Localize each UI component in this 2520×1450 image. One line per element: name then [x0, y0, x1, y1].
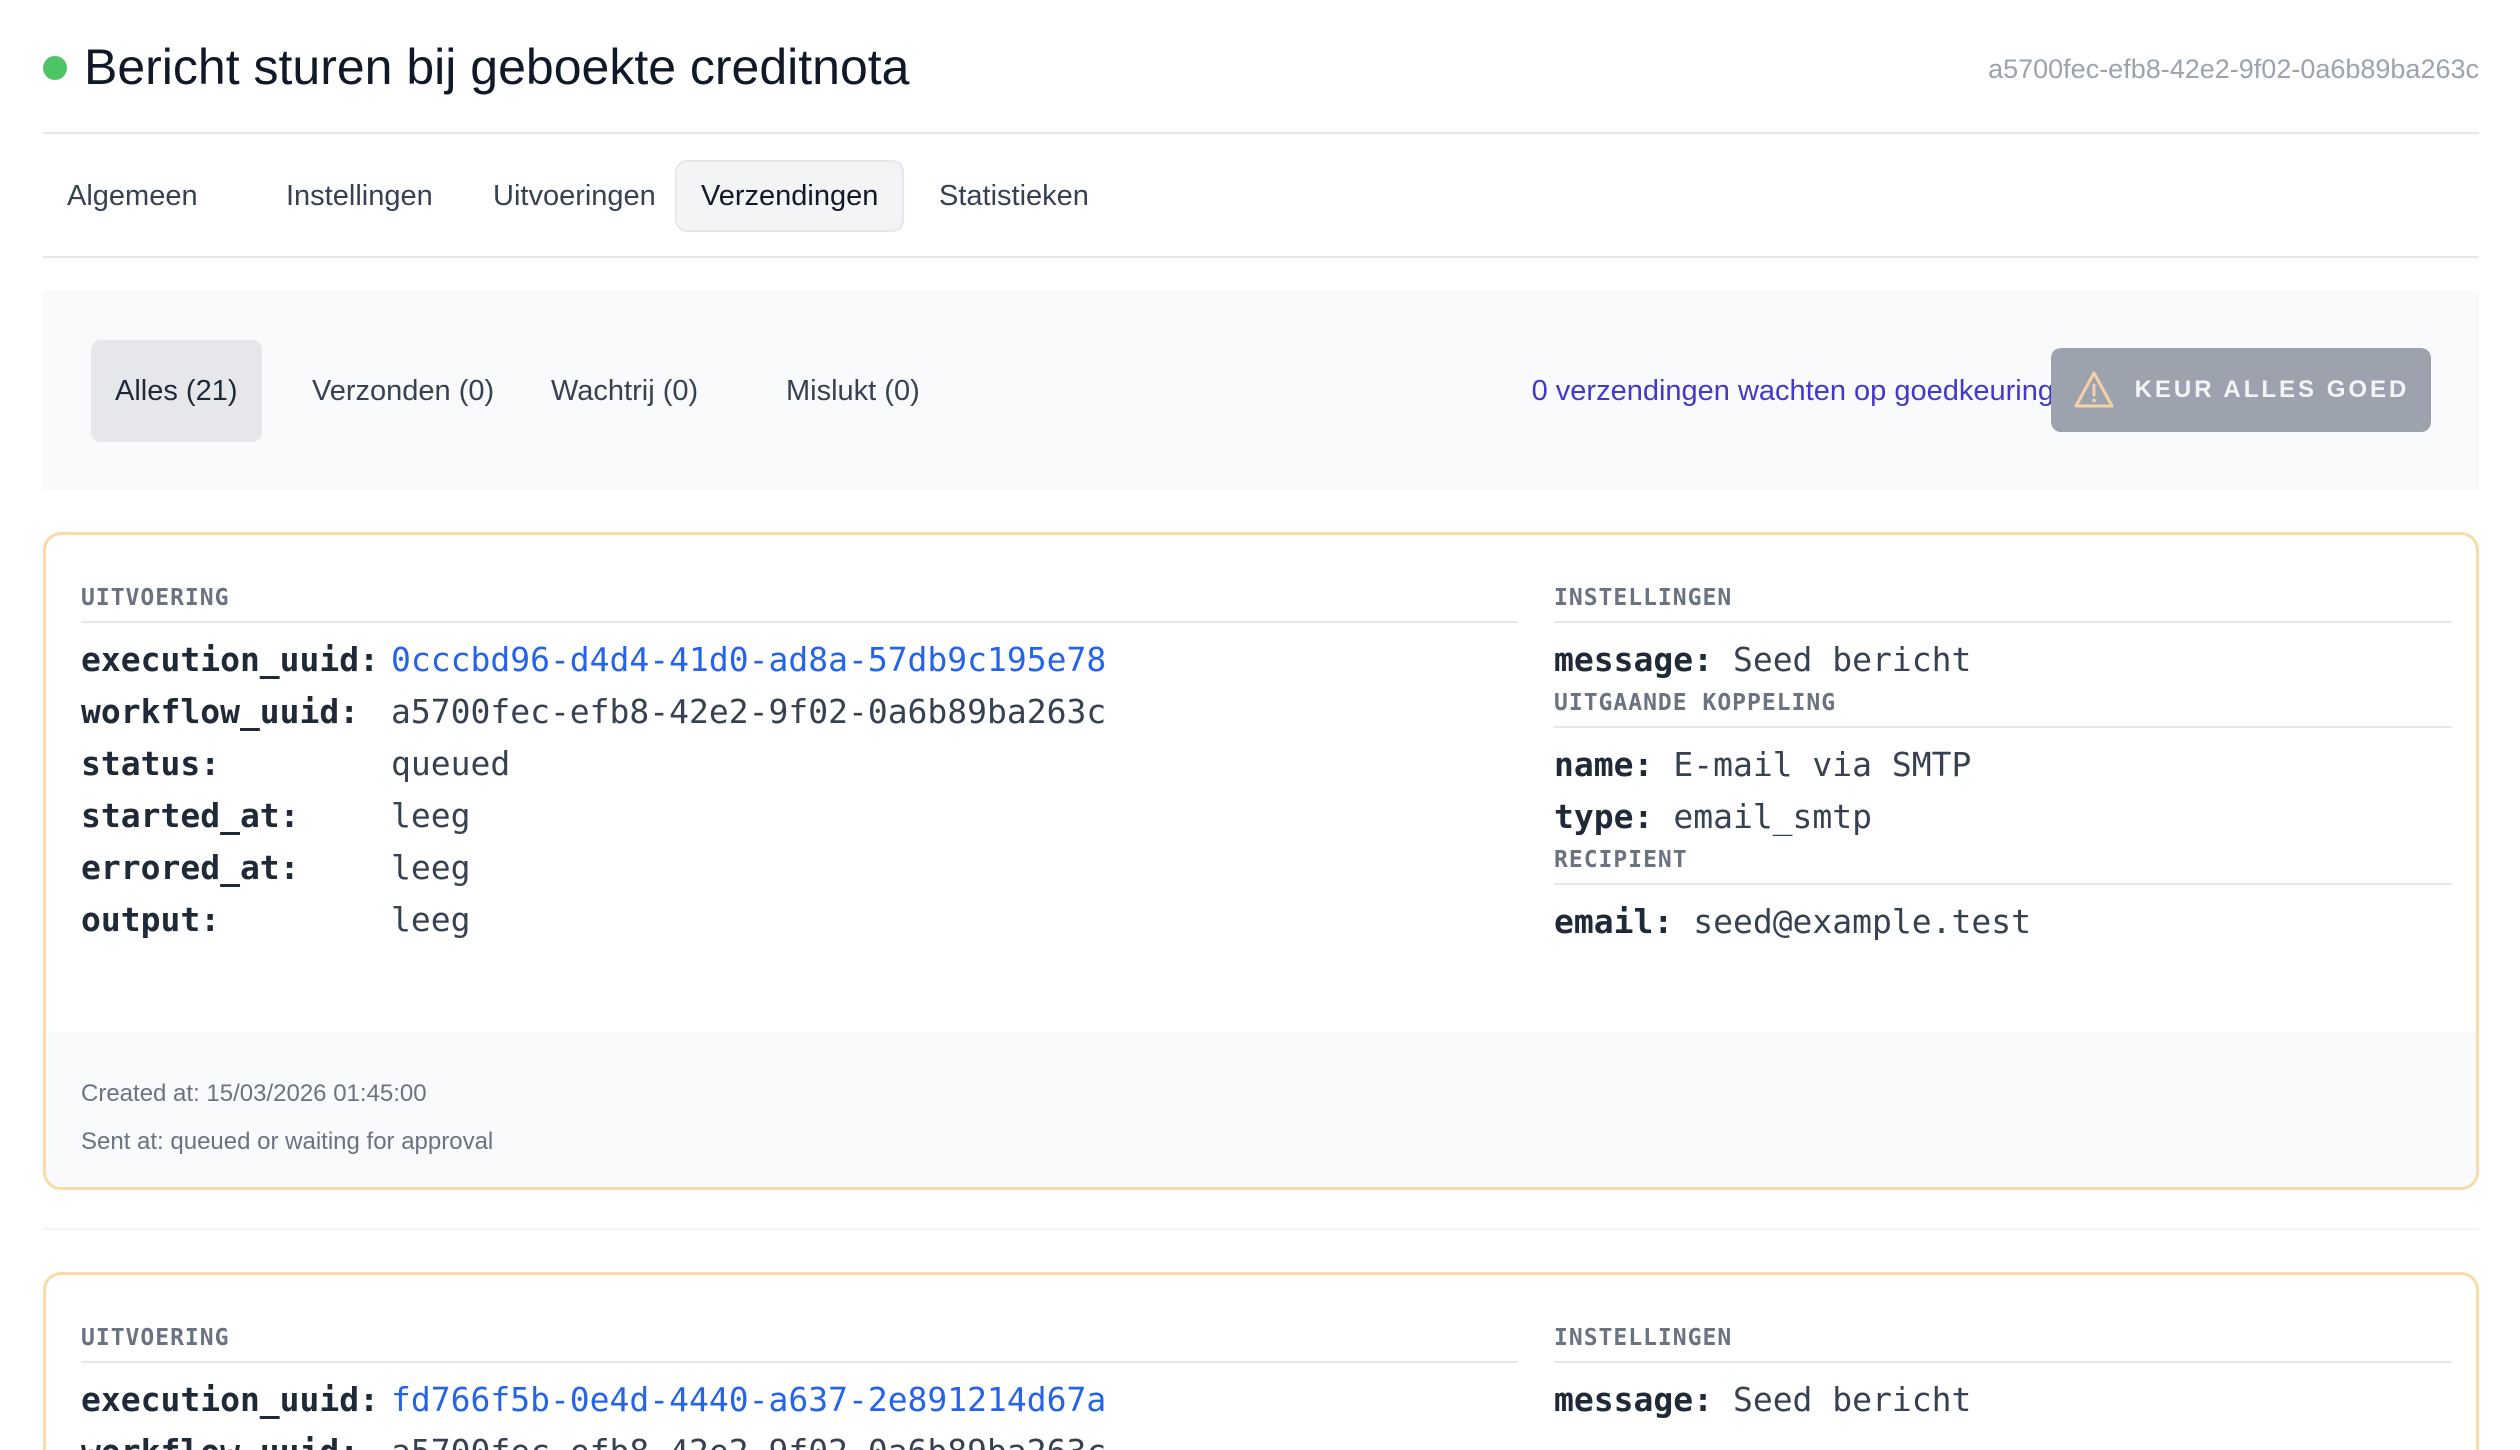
delivery-card: UITVOERING execution_uuid: fd766f5b-0e4d-…: [43, 1272, 2479, 1450]
card-divider: [43, 1228, 2479, 1230]
execution-heading: UITVOERING: [81, 585, 1518, 623]
delivery-filter-bar: Alles (21) Verzonden (0) Wachtrij (0) Mi…: [43, 290, 2479, 490]
execution-section: UITVOERING execution_uuid: 0cccbd96-d4d4-…: [81, 585, 1518, 946]
execution-heading: UITVOERING: [81, 1325, 1518, 1363]
connection-heading: UITGAANDE KOPPELING: [1554, 690, 2452, 728]
delivery-card: UITVOERING execution_uuid: 0cccbd96-d4d4-…: [43, 532, 2479, 1190]
execution-uuid-link[interactable]: fd766f5b-0e4d-4440-a637-2e891214d67a: [391, 1380, 1106, 1419]
started-at-row: started_at: leeg: [81, 796, 471, 835]
approve-all-button[interactable]: KEUR ALLES GOED: [2051, 348, 2431, 432]
execution-uuid-row: execution_uuid: fd766f5b-0e4d-4440-a637-2…: [81, 1380, 1107, 1419]
warning-triangle-icon: [2074, 371, 2114, 408]
filter-failed[interactable]: Mislukt (0): [762, 340, 944, 442]
sent-at: Sent at: queued or waiting for approval: [81, 1128, 494, 1155]
tab-instellingen[interactable]: Instellingen: [262, 160, 457, 232]
tab-uitvoeringen[interactable]: Uitvoeringen: [469, 160, 680, 232]
recipient-email-row: email: seed@example.test: [1554, 902, 2031, 941]
tab-bar: Algemeen Instellingen Uitvoeringen Verze…: [43, 160, 2479, 258]
pending-approval-link[interactable]: 0 verzendingen wachten op goedkeuring: [1532, 370, 2054, 412]
recipient-heading: RECIPIENT: [1554, 847, 2452, 885]
filter-queue[interactable]: Wachtrij (0): [527, 340, 722, 442]
approve-all-label: KEUR ALLES GOED: [2134, 376, 2410, 403]
card-footer: Created at: 15/03/2026 01:45:00 Sent at:…: [46, 1032, 2476, 1187]
message-row: message: Seed bericht: [1554, 640, 1972, 679]
connection-type-row: type: email_smtp: [1554, 797, 1873, 836]
tab-algemeen[interactable]: Algemeen: [43, 160, 222, 232]
page-title: Bericht sturen bij geboekte creditnota: [84, 39, 910, 95]
settings-section: INSTELLINGEN message: Seed bericht UITGAA…: [1554, 585, 2452, 948]
filter-all[interactable]: Alles (21): [91, 340, 262, 442]
status-dot: [43, 56, 67, 80]
workflow-id: a5700fec-efb8-42e2-9f02-0a6b89ba263c: [1988, 54, 2479, 84]
status-row: status: queued: [81, 744, 511, 783]
output-row: output: leeg: [81, 900, 471, 939]
execution-section: UITVOERING execution_uuid: fd766f5b-0e4d-…: [81, 1325, 1518, 1450]
created-at: Created at: 15/03/2026 01:45:00: [81, 1080, 427, 1107]
connection-name-row: name: E-mail via SMTP: [1554, 745, 1972, 784]
workflow-uuid-row: workflow_uuid:a5700fec-efb8-42e2-9f02-0a…: [81, 692, 1107, 731]
execution-uuid-row: execution_uuid: 0cccbd96-d4d4-41d0-ad8a-5…: [81, 640, 1107, 679]
tab-verzendingen[interactable]: Verzendingen: [675, 160, 905, 232]
page-header: Bericht sturen bij geboekte creditnota a…: [43, 0, 2479, 134]
tab-statistieken[interactable]: Statistieken: [915, 160, 1113, 232]
execution-uuid-link[interactable]: 0cccbd96-d4d4-41d0-ad8a-57db9c195e78: [391, 640, 1106, 679]
workflow-uuid-row: workflow_uuid:a5700fec-efb8-42e2-9f02-0a…: [81, 1426, 1518, 1450]
filter-sent[interactable]: Verzonden (0): [288, 340, 518, 442]
message-row: message: Seed bericht: [1554, 1380, 1972, 1419]
errored-at-row: errored_at: leeg: [81, 848, 471, 887]
settings-heading: INSTELLINGEN: [1554, 585, 2452, 623]
settings-heading: INSTELLINGEN: [1554, 1325, 2452, 1363]
settings-section: INSTELLINGEN message: Seed bericht: [1554, 1325, 2452, 1426]
